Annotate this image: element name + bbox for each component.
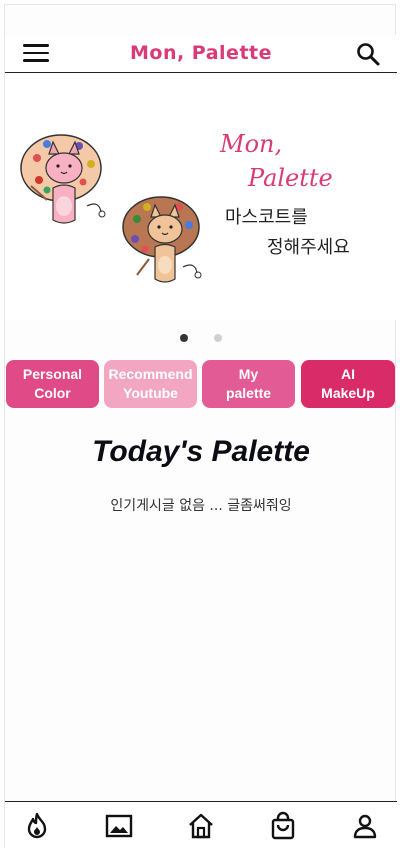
- ai-makeup-button[interactable]: AI MakeUp: [301, 360, 395, 408]
- carousel-dot-2[interactable]: [213, 334, 222, 342]
- todays-palette-heading: Today's Palette: [92, 435, 310, 468]
- search-icon[interactable]: [355, 41, 381, 67]
- bottom-navigation-bar: [5, 801, 397, 849]
- brown-cat-mascot-image: [122, 196, 202, 283]
- recommend-youtube-button[interactable]: Recommend Youtube: [104, 360, 197, 408]
- user-icon[interactable]: [350, 811, 380, 841]
- banner-subtitle: 마스코트를 정해주세요: [225, 203, 350, 263]
- pink-cat-mascot-image: [20, 134, 106, 224]
- carousel-dot-1[interactable]: [180, 334, 189, 342]
- banner-title-line1: Mon,: [220, 130, 283, 158]
- fire-icon[interactable]: [22, 811, 52, 841]
- image-icon[interactable]: [104, 811, 134, 841]
- top-app-bar: Mon, Palette: [5, 35, 397, 73]
- banner-subtitle-line2: 정해주세요: [267, 237, 350, 258]
- banner-subtitle-line1: 마스코트를: [225, 207, 308, 228]
- home-icon[interactable]: [186, 811, 216, 841]
- my-palette-button[interactable]: My palette: [202, 360, 295, 408]
- shopping-bag-icon[interactable]: [268, 811, 298, 841]
- banner-title-line2: Palette: [248, 164, 333, 192]
- carousel-pagination: [5, 327, 397, 346]
- empty-posts-message: 인기게시글 없음 ... 글좀써줘잉: [110, 498, 292, 514]
- banner-brand-text: Mon, Palette: [220, 127, 333, 195]
- mascot-banner-carousel[interactable]: Mon, Palette 마스코트를 정해주세요: [5, 75, 397, 320]
- app-title[interactable]: Mon, Palette: [5, 42, 397, 64]
- app-frame: Mon, Palette Mon, Palette 마스코트를 정해주세요 Pe…: [4, 4, 397, 849]
- personal-color-button[interactable]: Personal Color: [6, 360, 99, 408]
